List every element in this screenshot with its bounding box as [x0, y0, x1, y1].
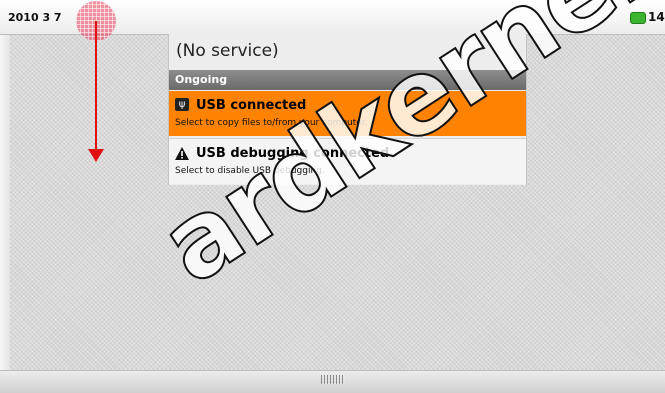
warning-icon [175, 147, 189, 160]
bottom-bar[interactable] [0, 370, 665, 393]
drag-handle-grip[interactable] [321, 375, 345, 384]
ongoing-label: Ongoing [175, 73, 228, 86]
carrier-label: (No service) [176, 41, 279, 61]
status-date: 2010 3 7 [8, 11, 62, 24]
down-arrow-icon [88, 149, 104, 162]
usb-icon: ψ [175, 98, 189, 111]
left-edge-strip [0, 34, 10, 370]
down-arrow-shaft [95, 21, 97, 149]
